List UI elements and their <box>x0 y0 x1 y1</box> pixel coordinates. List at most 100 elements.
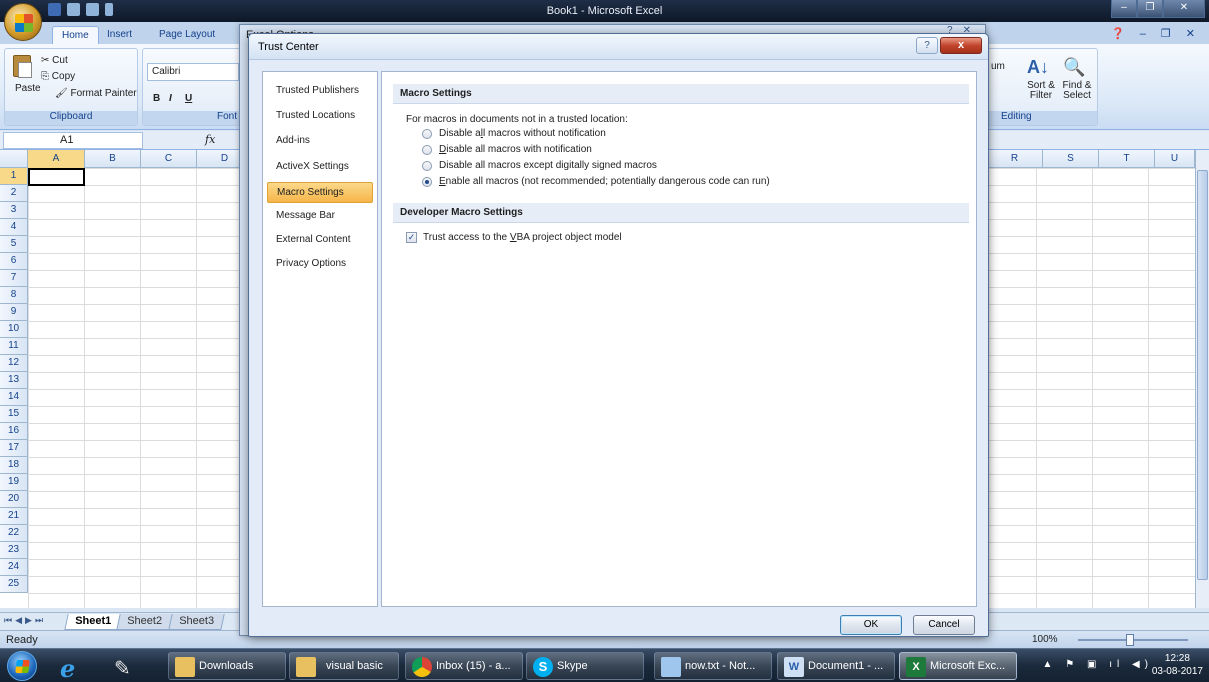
taskbar-skype[interactable]: S Skype <box>526 652 644 680</box>
row-header[interactable]: 21 <box>0 508 28 525</box>
radio-button[interactable] <box>422 161 432 171</box>
row-header[interactable]: 20 <box>0 491 28 508</box>
tab-home[interactable]: Home <box>52 26 99 44</box>
copy-icon: ⎘ <box>41 71 49 82</box>
row-header[interactable]: 7 <box>0 270 28 287</box>
taskbar-notepad[interactable]: now.txt - Not... <box>654 652 772 680</box>
row-header[interactable]: 23 <box>0 542 28 559</box>
scroll-thumb[interactable] <box>1197 170 1208 580</box>
italic-button[interactable]: I <box>169 93 172 104</box>
find-select-button[interactable]: Find & Select <box>1059 81 1095 101</box>
nav-add-ins[interactable]: Add-ins <box>267 131 373 152</box>
nav-trusted-locations[interactable]: Trusted Locations <box>267 106 373 127</box>
sheet-tab-1[interactable]: Sheet1 <box>64 614 122 630</box>
zoom-slider-knob[interactable] <box>1126 634 1134 646</box>
taskbar-microsoft-excel[interactable]: X Microsoft Exc... <box>899 652 1017 680</box>
row-header[interactable]: 13 <box>0 372 28 389</box>
autosum-button[interactable]: um <box>991 61 1005 72</box>
row-header[interactable]: 12 <box>0 355 28 372</box>
name-box[interactable]: A1 <box>3 132 143 149</box>
select-all-corner[interactable] <box>0 150 28 168</box>
zoom-level[interactable]: 100% <box>1032 634 1058 645</box>
cancel-button[interactable]: Cancel <box>913 615 975 635</box>
column-header[interactable]: U <box>1155 150 1195 168</box>
row-header[interactable]: 6 <box>0 253 28 270</box>
fx-icon[interactable]: fx <box>205 133 215 146</box>
active-cell[interactable] <box>28 168 85 186</box>
nav-macro-settings[interactable]: Macro Settings <box>267 182 373 203</box>
row-header[interactable]: 14 <box>0 389 28 406</box>
font-name-select[interactable]: Calibri <box>147 63 239 81</box>
sheet-nav-arrows[interactable]: ⏮◀▶⏭ <box>4 615 46 626</box>
tab-page-layout[interactable]: Page Layout <box>150 26 224 44</box>
row-header[interactable]: 5 <box>0 236 28 253</box>
nav-message-bar[interactable]: Message Bar <box>267 206 373 227</box>
nav-trusted-publishers[interactable]: Trusted Publishers <box>267 81 373 102</box>
ok-button[interactable]: OK <box>840 615 902 635</box>
taskbar-downloads[interactable]: Downloads <box>168 652 286 680</box>
row-header[interactable]: 4 <box>0 219 28 236</box>
column-header[interactable]: A <box>28 150 85 168</box>
row-header[interactable]: 2 <box>0 185 28 202</box>
skype-icon: S <box>533 657 553 677</box>
row-header[interactable]: 24 <box>0 559 28 576</box>
paste-icon[interactable] <box>13 55 32 78</box>
help-icon[interactable]: ? <box>916 37 938 54</box>
taskbar-word-document[interactable]: W Document1 - ... <box>777 652 895 680</box>
close-window-icon[interactable]: ✕ <box>1163 0 1205 18</box>
radio-button-selected[interactable] <box>422 177 432 187</box>
format-painter-button[interactable]: 🖌 Format Painter <box>55 88 137 99</box>
row-header[interactable]: 8 <box>0 287 28 304</box>
row-header[interactable]: 25 <box>0 576 28 593</box>
taskbar-visual-basic[interactable]: visual basic <box>289 652 399 680</box>
nav-privacy-options[interactable]: Privacy Options <box>267 254 373 275</box>
row-header[interactable]: 19 <box>0 474 28 491</box>
sheet-tab-3[interactable]: Sheet3 <box>168 614 225 630</box>
column-header[interactable]: T <box>1099 150 1155 168</box>
row-header[interactable]: 10 <box>0 321 28 338</box>
row-header[interactable]: 17 <box>0 440 28 457</box>
minimize-icon[interactable]: – <box>1111 0 1137 18</box>
row-header[interactable]: 9 <box>0 304 28 321</box>
taskbar-chrome-inbox[interactable]: Inbox (15) - a... <box>405 652 523 680</box>
sheet-tab-2[interactable]: Sheet2 <box>116 614 173 630</box>
checkbox-checked-icon[interactable]: ✓ <box>406 232 417 243</box>
sort-filter-button[interactable]: Sort & Filter <box>1021 81 1061 101</box>
scissors-icon: ✂ <box>41 55 50 66</box>
copy-button[interactable]: ⎘ Copy <box>41 71 75 82</box>
row-header[interactable]: 22 <box>0 525 28 542</box>
taskbar-clock[interactable]: 12:28 03-08-2017 <box>1152 652 1203 678</box>
radio-label: Disable all macros without notification <box>439 128 606 139</box>
ribbon-help-icon[interactable]: ❓ – ❐ ✕ <box>1111 27 1201 40</box>
close-icon[interactable]: x <box>940 37 982 54</box>
row-header[interactable]: 1 <box>0 168 28 185</box>
clipboard-group-label: Clipboard <box>5 111 137 125</box>
nav-activex-settings[interactable]: ActiveX Settings <box>267 157 373 178</box>
column-header[interactable]: B <box>85 150 141 168</box>
restore-icon[interactable]: ❐ <box>1137 0 1163 18</box>
row-header[interactable]: 16 <box>0 423 28 440</box>
radio-button[interactable] <box>422 145 432 155</box>
pinned-app-icon[interactable]: ✎ <box>100 652 142 680</box>
bold-button[interactable]: B <box>153 93 160 104</box>
row-header[interactable]: 11 <box>0 338 28 355</box>
column-header[interactable]: S <box>1043 150 1099 168</box>
column-header[interactable]: C <box>141 150 197 168</box>
internet-explorer-icon[interactable]: e <box>48 652 90 682</box>
cut-button[interactable]: ✂ Cut <box>41 55 68 66</box>
office-button[interactable] <box>4 3 42 41</box>
row-header[interactable]: 15 <box>0 406 28 423</box>
paste-button[interactable]: Paste <box>15 83 41 94</box>
notepad-icon <box>661 657 681 677</box>
column-header[interactable]: R <box>987 150 1043 168</box>
tab-insert[interactable]: Insert <box>98 26 141 44</box>
system-tray-icons[interactable]: ▲ ⚑ ▣ ıl ◀) <box>1043 659 1153 670</box>
trust-center-dialog: Trust Center ? x Trusted Publishers Trus… <box>248 33 989 637</box>
underline-button[interactable]: U <box>185 93 192 104</box>
radio-button[interactable] <box>422 129 432 139</box>
start-button[interactable] <box>7 651 37 681</box>
row-header[interactable]: 3 <box>0 202 28 219</box>
nav-external-content[interactable]: External Content <box>267 230 373 251</box>
row-header[interactable]: 18 <box>0 457 28 474</box>
vertical-scrollbar[interactable] <box>1195 150 1209 608</box>
